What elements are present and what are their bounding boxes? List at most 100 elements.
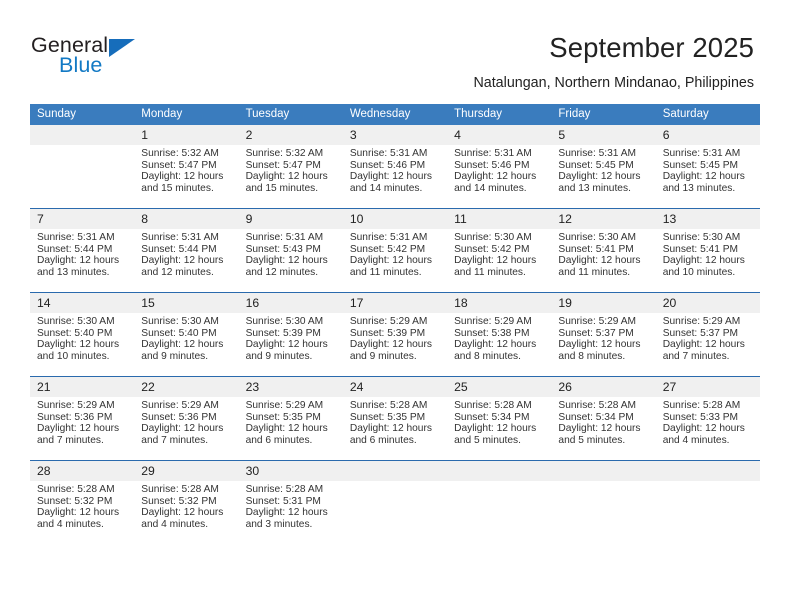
day-cell[interactable]: Sunrise: 5:30 AM Sunset: 5:40 PM Dayligh… [30, 313, 135, 377]
day-cell[interactable] [30, 145, 135, 209]
day-number[interactable]: 12 [551, 208, 656, 229]
day-number[interactable]: 3 [342, 125, 448, 145]
day-number[interactable]: 28 [30, 460, 135, 481]
day-cell[interactable]: Sunrise: 5:31 AM Sunset: 5:42 PM Dayligh… [342, 229, 448, 293]
logo-text-blue: Blue [59, 53, 103, 77]
weekday-header-saturday: Saturday [655, 104, 760, 125]
day-cell[interactable]: Sunrise: 5:29 AM Sunset: 5:39 PM Dayligh… [342, 313, 448, 377]
day-number[interactable] [447, 460, 552, 481]
day-cell[interactable]: Sunrise: 5:30 AM Sunset: 5:40 PM Dayligh… [134, 313, 239, 377]
day-cell[interactable]: Sunrise: 5:29 AM Sunset: 5:36 PM Dayligh… [134, 397, 239, 461]
day-number[interactable]: 7 [30, 208, 135, 229]
day-cell[interactable]: Sunrise: 5:32 AM Sunset: 5:47 PM Dayligh… [134, 145, 239, 209]
day-number[interactable]: 23 [238, 376, 343, 397]
day-cell[interactable]: Sunrise: 5:28 AM Sunset: 5:33 PM Dayligh… [655, 397, 760, 461]
day-number[interactable]: 18 [447, 292, 552, 313]
day-number[interactable]: 13 [655, 208, 760, 229]
day-number[interactable] [655, 460, 760, 481]
day-number[interactable]: 14 [30, 292, 135, 313]
sunset-text: Sunset: 5:36 PM [141, 411, 217, 423]
day-cell[interactable]: Sunrise: 5:29 AM Sunset: 5:37 PM Dayligh… [551, 313, 656, 377]
day-number[interactable]: 26 [551, 376, 656, 397]
daylight-text-line1: Daylight: 12 hours [37, 255, 120, 267]
day-cell[interactable]: Sunrise: 5:28 AM Sunset: 5:35 PM Dayligh… [342, 397, 448, 461]
sunrise-text: Sunrise: 5:32 AM [245, 148, 324, 159]
sunset-text: Sunset: 5:42 PM [454, 243, 530, 255]
calendar-table: Sunday Monday Tuesday Wednesday Thursday… [30, 104, 760, 544]
day-cell[interactable]: Sunrise: 5:31 AM Sunset: 5:45 PM Dayligh… [655, 145, 760, 209]
day-cell[interactable] [342, 481, 448, 544]
daylight-text-line2: and 13 minutes. [37, 266, 110, 278]
daylight-text-line2: and 3 minutes. [245, 518, 313, 530]
sunset-text: Sunset: 5:46 PM [349, 159, 426, 171]
day-number[interactable]: 17 [342, 292, 448, 313]
day-number[interactable]: 21 [30, 376, 135, 397]
day-number[interactable]: 8 [134, 208, 239, 229]
day-number[interactable]: 1 [134, 125, 239, 145]
daylight-text-line1: Daylight: 12 hours [558, 171, 641, 183]
day-number[interactable]: 6 [655, 125, 760, 145]
day-cell[interactable]: Sunrise: 5:31 AM Sunset: 5:44 PM Dayligh… [30, 229, 135, 293]
sunset-text: Sunset: 5:37 PM [558, 327, 634, 339]
day-cell[interactable]: Sunrise: 5:31 AM Sunset: 5:45 PM Dayligh… [551, 145, 656, 209]
weekday-header-friday: Friday [551, 104, 656, 125]
daylight-text-line2: and 9 minutes. [141, 350, 209, 362]
day-cell[interactable]: Sunrise: 5:29 AM Sunset: 5:36 PM Dayligh… [30, 397, 135, 461]
sunset-text: Sunset: 5:45 PM [558, 159, 634, 171]
day-number[interactable]: 15 [134, 292, 239, 313]
daylight-text-line1: Daylight: 12 hours [141, 339, 224, 351]
day-cell[interactable]: Sunrise: 5:31 AM Sunset: 5:43 PM Dayligh… [238, 229, 343, 293]
day-cell[interactable]: Sunrise: 5:31 AM Sunset: 5:44 PM Dayligh… [134, 229, 239, 293]
sunrise-text: Sunrise: 5:29 AM [558, 316, 636, 327]
day-cell[interactable]: Sunrise: 5:28 AM Sunset: 5:34 PM Dayligh… [551, 397, 656, 461]
day-cell[interactable]: Sunrise: 5:29 AM Sunset: 5:35 PM Dayligh… [238, 397, 343, 461]
sunrise-text: Sunrise: 5:32 AM [141, 148, 219, 159]
day-cell[interactable]: Sunrise: 5:29 AM Sunset: 5:37 PM Dayligh… [655, 313, 760, 377]
day-number[interactable] [342, 460, 448, 481]
day-number[interactable]: 11 [447, 208, 552, 229]
day-cell[interactable]: Sunrise: 5:32 AM Sunset: 5:47 PM Dayligh… [238, 145, 343, 209]
weekday-header-monday: Monday [134, 104, 239, 125]
day-number[interactable] [30, 125, 135, 145]
day-number[interactable]: 30 [238, 460, 343, 481]
sunset-text: Sunset: 5:45 PM [662, 159, 739, 171]
weekday-header-thursday: Thursday [447, 104, 552, 125]
daylight-text-line1: Daylight: 12 hours [37, 339, 120, 351]
sunset-text: Sunset: 5:44 PM [141, 243, 217, 255]
day-number[interactable]: 19 [551, 292, 656, 313]
day-cell[interactable]: Sunrise: 5:31 AM Sunset: 5:46 PM Dayligh… [447, 145, 552, 209]
day-cell[interactable]: Sunrise: 5:28 AM Sunset: 5:34 PM Dayligh… [447, 397, 552, 461]
day-cell[interactable] [655, 481, 760, 544]
day-number[interactable]: 25 [447, 376, 552, 397]
day-cell[interactable]: Sunrise: 5:28 AM Sunset: 5:32 PM Dayligh… [134, 481, 239, 544]
day-number[interactable]: 9 [238, 208, 343, 229]
day-number[interactable]: 22 [134, 376, 239, 397]
day-number[interactable]: 16 [238, 292, 343, 313]
day-cell[interactable]: Sunrise: 5:30 AM Sunset: 5:41 PM Dayligh… [551, 229, 656, 293]
day-number[interactable]: 10 [342, 208, 448, 229]
day-number[interactable]: 24 [342, 376, 448, 397]
day-cell[interactable]: Sunrise: 5:28 AM Sunset: 5:31 PM Dayligh… [238, 481, 343, 544]
day-cell[interactable]: Sunrise: 5:29 AM Sunset: 5:38 PM Dayligh… [447, 313, 552, 377]
day-cell[interactable] [447, 481, 552, 544]
day-cell[interactable]: Sunrise: 5:30 AM Sunset: 5:39 PM Dayligh… [238, 313, 343, 377]
day-cell[interactable]: Sunrise: 5:28 AM Sunset: 5:32 PM Dayligh… [30, 481, 135, 544]
day-number[interactable]: 20 [655, 292, 760, 313]
sunset-text: Sunset: 5:39 PM [349, 327, 426, 339]
day-cell[interactable]: Sunrise: 5:31 AM Sunset: 5:46 PM Dayligh… [342, 145, 448, 209]
daylight-text-line1: Daylight: 12 hours [37, 507, 120, 519]
day-cell[interactable]: Sunrise: 5:30 AM Sunset: 5:41 PM Dayligh… [655, 229, 760, 293]
sunrise-text: Sunrise: 5:31 AM [662, 148, 741, 159]
day-number[interactable]: 2 [238, 125, 343, 145]
day-number[interactable]: 29 [134, 460, 239, 481]
day-number[interactable]: 5 [551, 125, 656, 145]
day-cell[interactable]: Sunrise: 5:30 AM Sunset: 5:42 PM Dayligh… [447, 229, 552, 293]
day-number[interactable]: 27 [655, 376, 760, 397]
day-number[interactable] [551, 460, 656, 481]
sunset-text: Sunset: 5:47 PM [141, 159, 217, 171]
day-number[interactable]: 4 [447, 125, 552, 145]
daylight-text-line1: Daylight: 12 hours [245, 171, 328, 183]
sunset-text: Sunset: 5:47 PM [245, 159, 321, 171]
sunrise-text: Sunrise: 5:30 AM [37, 316, 115, 327]
day-cell[interactable] [551, 481, 656, 544]
